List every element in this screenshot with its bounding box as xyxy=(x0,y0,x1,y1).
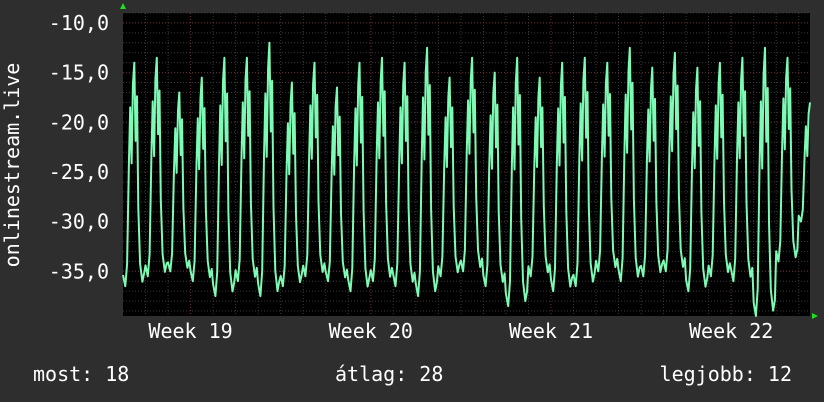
x-tick-label: Week 22 xyxy=(689,319,773,343)
x-tick-label: Week 21 xyxy=(509,319,593,343)
y-tick-label: -10,0 xyxy=(49,11,109,35)
y-axis-arrow xyxy=(120,3,126,9)
stat-current: most: 18 xyxy=(33,362,130,386)
chart: -10,0-15,0-20,0-25,0-30,0-35,0 Week 19 We… xyxy=(0,3,818,343)
x-tick-label: Week 19 xyxy=(148,319,232,343)
y-axis-ticks: -10,0 -15,0 -20,0 -25,0 -30,0 -35,0 xyxy=(49,11,109,283)
y-tick-label: -25,0 xyxy=(49,160,109,184)
stat-average: átlag: 28 xyxy=(335,362,444,386)
y-tick-label: -30,0 xyxy=(49,210,109,234)
y-axis-label: onlinestream.live xyxy=(0,63,24,268)
x-tick-label: Week 20 xyxy=(329,319,413,343)
y-tick-label: -15,0 xyxy=(49,61,109,85)
stats-bar: most: 18 átlag: 28 legjobb: 12 xyxy=(0,362,824,388)
y-tick-label: -20,0 xyxy=(49,110,109,134)
x-axis-ticks: Week 19 Week 20 Week 21 Week 22 xyxy=(148,319,773,343)
y-tick-label: -35,0 xyxy=(49,259,109,283)
stat-best: legjobb: 12 xyxy=(659,362,792,386)
x-axis-arrow xyxy=(812,313,818,319)
